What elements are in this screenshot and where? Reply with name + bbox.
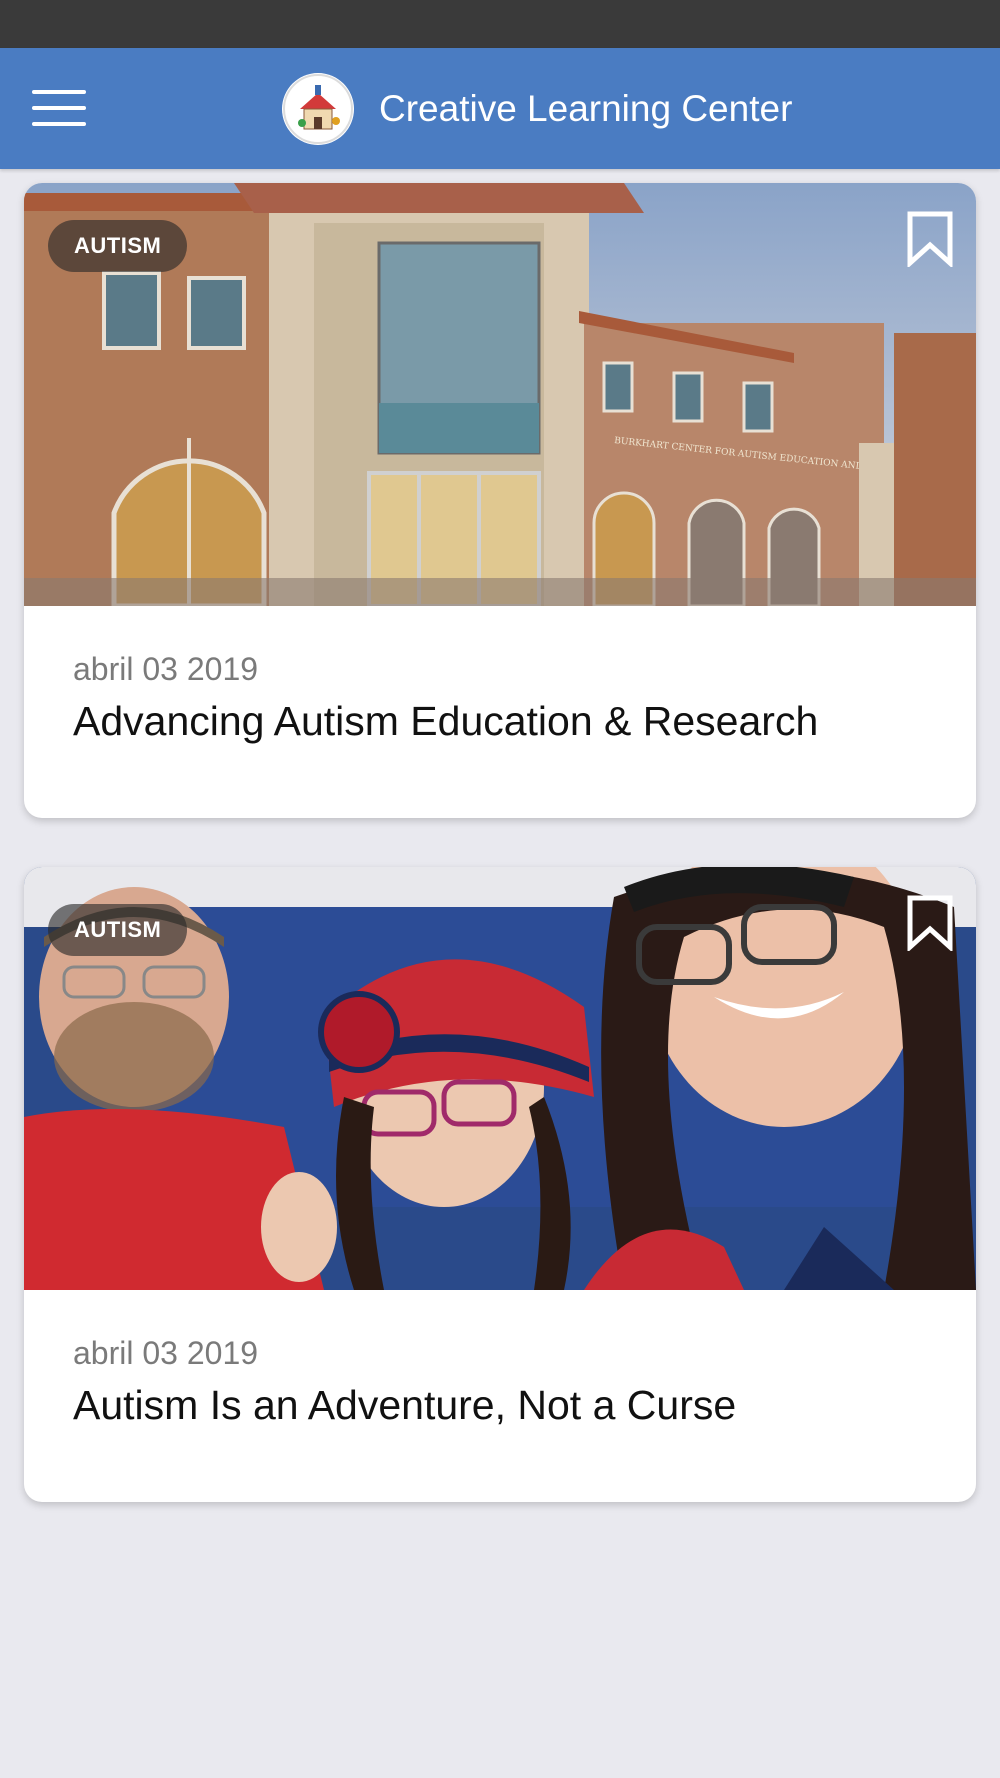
bookmark-icon[interactable] bbox=[906, 895, 954, 953]
article-title[interactable]: Advancing Autism Education & Research bbox=[73, 698, 818, 745]
bookmark-icon[interactable] bbox=[906, 211, 954, 269]
app-title: Creative Learning Center bbox=[379, 88, 793, 129]
article-card[interactable]: BURKHART CENTER FOR AUTISM EDUCATION AND… bbox=[24, 183, 976, 818]
article-date: abril 03 2019 bbox=[73, 1335, 259, 1371]
category-badge[interactable]: AUTISM bbox=[48, 220, 188, 272]
article-date: abril 03 2019 bbox=[73, 651, 259, 687]
status-bar bbox=[0, 0, 1000, 48]
app-header: Creative Learning Center bbox=[0, 48, 1000, 169]
hamburger-menu-icon[interactable] bbox=[22, 78, 96, 138]
schoolhouse-logo-icon bbox=[282, 73, 354, 145]
category-badge[interactable]: AUTISM bbox=[48, 904, 188, 956]
article-card[interactable]: AUTISM abril 03 2019 Autism Is an Advent… bbox=[24, 867, 976, 1502]
article-title[interactable]: Autism Is an Adventure, Not a Curse bbox=[73, 1382, 736, 1429]
